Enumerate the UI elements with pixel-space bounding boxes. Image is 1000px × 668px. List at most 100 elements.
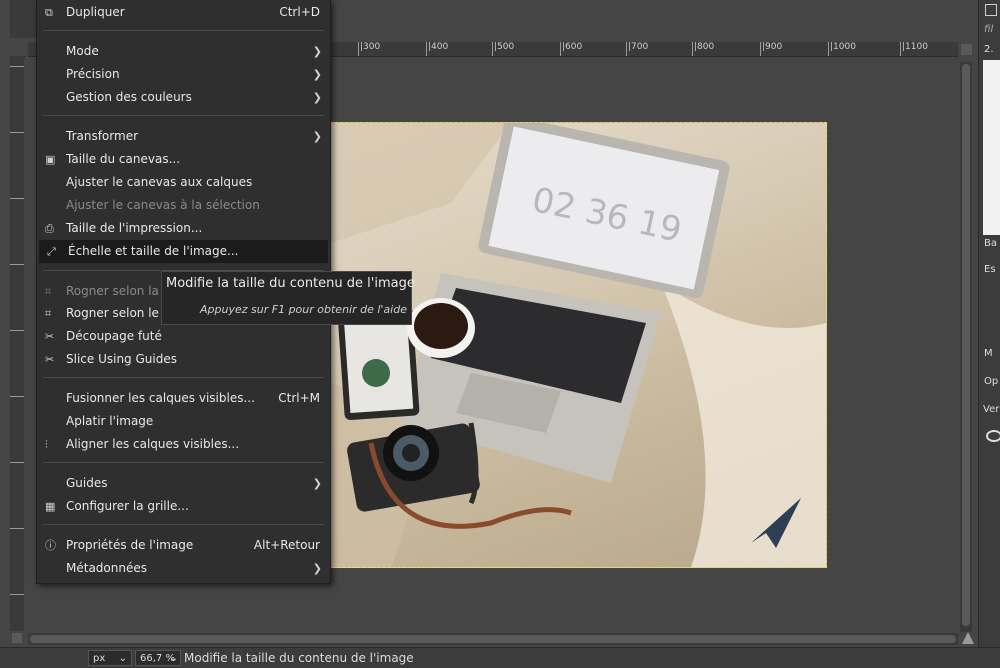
tooltip-title: Modifie la taille du contenu de l'image [166,276,415,291]
chevron-right-icon: ❯ [312,130,322,143]
tooltip-hint: Appuyez sur F1 pour obtenir de l'aide [200,303,407,316]
menu-item-label: Guides [66,476,108,490]
menu-item-label: Découpage futé [66,329,162,343]
menu-item-0[interactable]: ⧉ Dupliquer Ctrl+D [37,1,330,24]
menu-item-15[interactable]: Aplatir l'image [37,410,330,433]
ruler-tick: |400 [426,42,448,56]
menu-item-label: Propriétés de l'image [66,538,194,552]
menu-item-label: Ajuster le canevas aux calques [66,175,253,189]
vertical-scroll-thumb[interactable] [962,64,970,626]
info-icon: ⓘ [45,539,56,552]
menu-item-2[interactable]: Précision ❯ [37,63,330,86]
menu-item-8[interactable]: ⎙ Taille de l'impression... [37,217,330,240]
menu-separator [43,115,324,116]
unit-value: px [93,653,106,664]
image-layer[interactable]: 02 36 19 [330,122,827,568]
dock-label-6: Ver [983,404,1000,415]
menu-item-label: Taille du canevas... [66,152,181,166]
menu-item-label: Dupliquer [66,5,125,19]
menu-item-label: Ajuster le canevas à la sélection [66,198,260,212]
chevron-right-icon: ❯ [312,562,322,575]
menu-item-label: Échelle et taille de l'image... [68,244,239,258]
ruler-vtick [10,330,24,333]
menu-item-7: Ajuster le canevas à la sélection [37,194,330,217]
dock-label-4[interactable]: M [984,348,993,359]
dock-label-5[interactable]: Op [984,376,998,387]
menu-item-label: Transformer [66,129,139,143]
crop-icon: ⌗ [45,285,52,298]
menu-separator [43,30,324,31]
menu-item-shortcut: Alt+Retour [253,538,320,552]
menu-item-label: Aplatir l'image [66,414,154,428]
quickmask-toggle-icon[interactable] [12,633,22,643]
dock-label-1: 2. [984,44,994,55]
menu-item-18[interactable]: ▦ Configurer la grille... [37,495,330,518]
photo-illustration: 02 36 19 [331,123,826,567]
menu-item-13[interactable]: ✂ Slice Using Guides [37,348,330,371]
menu-item-9[interactable]: ⤢ Échelle et taille de l'image... [39,240,328,263]
eye-icon[interactable] [986,430,1000,442]
ruler-vtick [10,132,24,135]
menu-separator [43,524,324,525]
menu-item-label: Mode [66,44,99,58]
menu-item-3[interactable]: Gestion des couleurs ❯ [37,86,330,109]
image-thumbnail[interactable] [10,0,36,38]
ruler-tick: |1000 [828,42,856,56]
ruler-tick: |1100 [900,42,928,56]
menu-item-5[interactable]: ▣ Taille du canevas... [37,148,330,171]
menu-item-1[interactable]: Mode ❯ [37,40,330,63]
zoom-select[interactable]: 66,7 % ⌄ [135,650,181,666]
ruler-vtick [10,264,24,267]
menu-item-label: Métadonnées [66,561,147,575]
duplicate-icon: ⧉ [45,6,53,19]
menu-item-shortcut: Ctrl+M [278,391,320,405]
ruler-vtick [10,396,24,399]
menu-item-label: Taille de l'impression... [66,221,203,235]
menu-item-label: Précision [66,67,120,81]
menu-item-label: Aligner les calques visibles... [66,437,240,451]
canvas-size-icon: ▣ [45,153,56,166]
menu-item-6[interactable]: Ajuster le canevas aux calques [37,171,330,194]
ruler-vtick [10,528,24,531]
menu-item-4[interactable]: Transformer ❯ [37,125,330,148]
menu-item-12[interactable]: ✂ Découpage futé [37,325,330,348]
unit-select[interactable]: px ⌄ [88,650,132,666]
tooltip: Modifie la taille du contenu de l'image … [161,271,415,325]
zoom-navigate-icon[interactable] [961,44,972,55]
grid-icon: ▦ [45,500,56,513]
chevron-right-icon: ❯ [312,477,322,490]
menu-item-19[interactable]: ⓘ Propriétés de l'image Alt+Retour [37,534,330,557]
navigate-arrow-icon[interactable] [962,632,974,644]
brush-preview-icon [985,4,997,16]
horizontal-scroll-thumb[interactable] [30,635,956,643]
dock-label-3[interactable]: Es [984,264,996,275]
status-bar: px ⌄ 66,7 % ⌄ Modifie la taille du contenu… [0,647,1000,668]
menu-separator [43,377,324,378]
menu-item-14[interactable]: Fusionner les calques visibles... Ctrl+M [37,387,330,410]
right-dock: fil 2. Ba Es M Op Ver [978,0,1000,667]
menu-item-label: Configurer la grille... [66,499,189,513]
printer-icon: ⎙ [45,222,54,235]
guillotine-icon: ✂ [45,330,55,343]
ruler-tick: |900 [760,42,782,56]
menu-item-label: Slice Using Guides [66,352,177,366]
ruler-tick: |800 [692,42,714,56]
ruler-tick: |700 [626,42,648,56]
menu-item-20[interactable]: Métadonnées ❯ [37,557,330,580]
menu-item-shortcut: Ctrl+D [279,5,320,19]
crop-content-icon: ⌗ [45,307,52,320]
vertical-ruler [10,56,25,631]
menu-item-17[interactable]: Guides ❯ [37,472,330,495]
ruler-vtick [10,66,24,69]
menu-item-label: Gestion des couleurs [66,90,192,104]
ruler-vtick [10,462,24,465]
ruler-tick: |500 [492,42,514,56]
ruler-tick: |600 [560,42,582,56]
menu-item-label: Rogner selon la sé [66,284,177,298]
chevron-right-icon: ❯ [312,91,322,104]
brush-list[interactable] [983,60,1000,235]
status-message: Modifie la taille du contenu de l'image [184,651,414,665]
menu-item-16[interactable]: ⫶ Aligner les calques visibles... [37,433,330,456]
align-icon: ⫶ [45,438,48,451]
dock-label-2: Ba [984,238,997,249]
